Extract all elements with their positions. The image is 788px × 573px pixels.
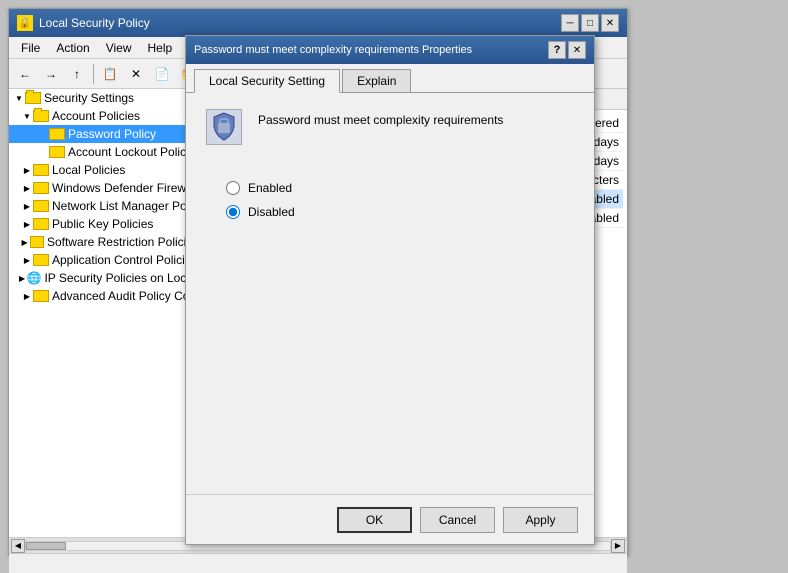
menu-action[interactable]: Action [48, 39, 97, 57]
close-button[interactable]: ✕ [601, 14, 619, 32]
main-window-title: Local Security Policy [39, 16, 150, 30]
tree-arrow-root[interactable]: ▼ [13, 92, 25, 104]
tree-label-advanced-audit: Advanced Audit Policy Co... [52, 289, 199, 303]
dialog-help-button[interactable]: ? [548, 41, 566, 59]
tree-item-network-list[interactable]: ▶ Network List Manager Poli... [9, 197, 203, 215]
radio-disabled-label: Disabled [248, 205, 295, 219]
scrollbar-thumb[interactable] [26, 542, 66, 550]
forward-button[interactable]: → [39, 62, 63, 86]
tree-label-password-policy: Password Policy [68, 127, 156, 141]
tree-arrow-account-policies[interactable]: ▼ [21, 110, 33, 122]
folder-icon-password-policy [49, 128, 65, 140]
tree-arrow-windows-defender[interactable]: ▶ [21, 182, 33, 194]
tree-label-software-restriction: Software Restriction Policie... [47, 235, 203, 249]
folder-icon-public-key [33, 218, 49, 230]
back-button[interactable]: ← [13, 62, 37, 86]
apply-button[interactable]: Apply [503, 507, 578, 533]
folder-icon-advanced-audit [33, 290, 49, 302]
dialog-title-bar: Password must meet complexity requiremen… [186, 36, 594, 64]
tree-arrow-network-list[interactable]: ▶ [21, 200, 33, 212]
dialog-icon-row: Password must meet complexity requiremen… [206, 109, 574, 145]
tree-item-public-key[interactable]: ▶ Public Key Policies [9, 215, 203, 233]
dialog-shield-icon [206, 109, 242, 145]
tab-local-security-setting[interactable]: Local Security Setting [194, 69, 340, 93]
menu-view[interactable]: View [98, 39, 140, 57]
folder-icon-windows-defender [33, 182, 49, 194]
folder-icon-network-list [33, 200, 49, 212]
tree-item-app-control[interactable]: ▶ Application Control Policie... [9, 251, 203, 269]
radio-group: Enabled Disabled [206, 165, 574, 235]
properties-dialog: Password must meet complexity requiremen… [185, 35, 595, 545]
dialog-title-text: Password must meet complexity requiremen… [194, 44, 472, 56]
delete-button[interactable]: ✕ [124, 62, 148, 86]
tree-arrow-local-policies[interactable]: ▶ [21, 164, 33, 176]
tree-arrow-public-key[interactable]: ▶ [21, 218, 33, 230]
dialog-body: Password must meet complexity requiremen… [186, 93, 594, 251]
ok-button[interactable]: OK [337, 507, 412, 533]
ip-icon: 🌐 [27, 271, 42, 285]
tree-item-account-policies[interactable]: ▼ Account Policies [9, 107, 203, 125]
tree-item-advanced-audit[interactable]: ▶ Advanced Audit Policy Co... [9, 287, 203, 305]
radio-disabled-input[interactable] [226, 205, 240, 219]
folder-icon-root [25, 92, 41, 104]
tree-item-ip-security[interactable]: ▶ 🌐 IP Security Policies on Loca... [9, 269, 203, 287]
tree-label-app-control: Application Control Policie... [52, 253, 201, 267]
folder-icon-app-control [33, 254, 49, 266]
tree-panel: ▼ Security Settings ▼ Account Policies P… [9, 89, 204, 537]
copy-button[interactable]: 📋 [98, 62, 122, 86]
tree-label-security-settings: Security Settings [44, 91, 134, 105]
folder-icon-software-restriction [30, 236, 44, 248]
minimize-button[interactable]: ─ [561, 14, 579, 32]
title-bar-left: 🔒 Local Security Policy [17, 15, 150, 31]
tree-label-windows-defender: Windows Defender Firewa... [52, 181, 203, 195]
tree-arrow-advanced-audit[interactable]: ▶ [21, 290, 33, 302]
tree-label-local-policies: Local Policies [52, 163, 125, 177]
menu-help[interactable]: Help [140, 39, 181, 57]
tree-item-software-restriction[interactable]: ▶ Software Restriction Policie... [9, 233, 203, 251]
menu-file[interactable]: File [13, 39, 48, 57]
tree-arrow-ip-security[interactable]: ▶ [18, 272, 27, 284]
tree-item-password-policy[interactable]: Password Policy [9, 125, 203, 143]
tree-arrow-app-control[interactable]: ▶ [21, 254, 33, 266]
status-bar [9, 553, 627, 573]
radio-enabled[interactable]: Enabled [226, 181, 554, 195]
toolbar-sep-1 [93, 64, 94, 84]
tree-label-network-list: Network List Manager Poli... [52, 199, 202, 213]
tree-label-account-policies: Account Policies [52, 109, 140, 123]
title-bar-buttons: ─ □ ✕ [561, 14, 619, 32]
dialog-close-button[interactable]: ✕ [568, 41, 586, 59]
folder-icon-local-policies [33, 164, 49, 176]
scroll-right-button[interactable]: ▶ [611, 539, 625, 553]
tree-root-security-settings[interactable]: ▼ Security Settings [9, 89, 203, 107]
tree-label-ip-security: IP Security Policies on Loca... [44, 271, 203, 285]
tree-item-account-lockout[interactable]: Account Lockout Polic... [9, 143, 203, 161]
folder-icon-account-lockout [49, 146, 65, 158]
tree-arrow-software-restriction[interactable]: ▶ [19, 236, 29, 248]
tree-arrow-password-policy[interactable] [37, 128, 49, 140]
dialog-footer: OK Cancel Apply [186, 494, 594, 544]
up-button[interactable]: ↑ [65, 62, 89, 86]
scroll-left-button[interactable]: ◀ [11, 539, 25, 553]
radio-enabled-input[interactable] [226, 181, 240, 195]
dialog-description: Password must meet complexity requiremen… [258, 109, 574, 127]
radio-disabled[interactable]: Disabled [226, 205, 554, 219]
tree-item-local-policies[interactable]: ▶ Local Policies [9, 161, 203, 179]
tree-item-windows-defender[interactable]: ▶ Windows Defender Firewa... [9, 179, 203, 197]
maximize-button[interactable]: □ [581, 14, 599, 32]
radio-enabled-label: Enabled [248, 181, 292, 195]
tree-label-public-key: Public Key Policies [52, 217, 153, 231]
tree-label-account-lockout: Account Lockout Polic... [68, 145, 196, 159]
folder-icon-account-policies [33, 110, 49, 122]
dialog-tabs: Local Security Setting Explain [186, 64, 594, 93]
main-title-bar: 🔒 Local Security Policy ─ □ ✕ [9, 9, 627, 37]
properties-button[interactable]: 📄 [150, 62, 174, 86]
dialog-title-buttons: ? ✕ [548, 41, 586, 59]
tree-arrow-account-lockout[interactable] [37, 146, 49, 158]
cancel-button[interactable]: Cancel [420, 507, 495, 533]
tab-explain[interactable]: Explain [342, 69, 411, 93]
app-icon: 🔒 [17, 15, 33, 31]
